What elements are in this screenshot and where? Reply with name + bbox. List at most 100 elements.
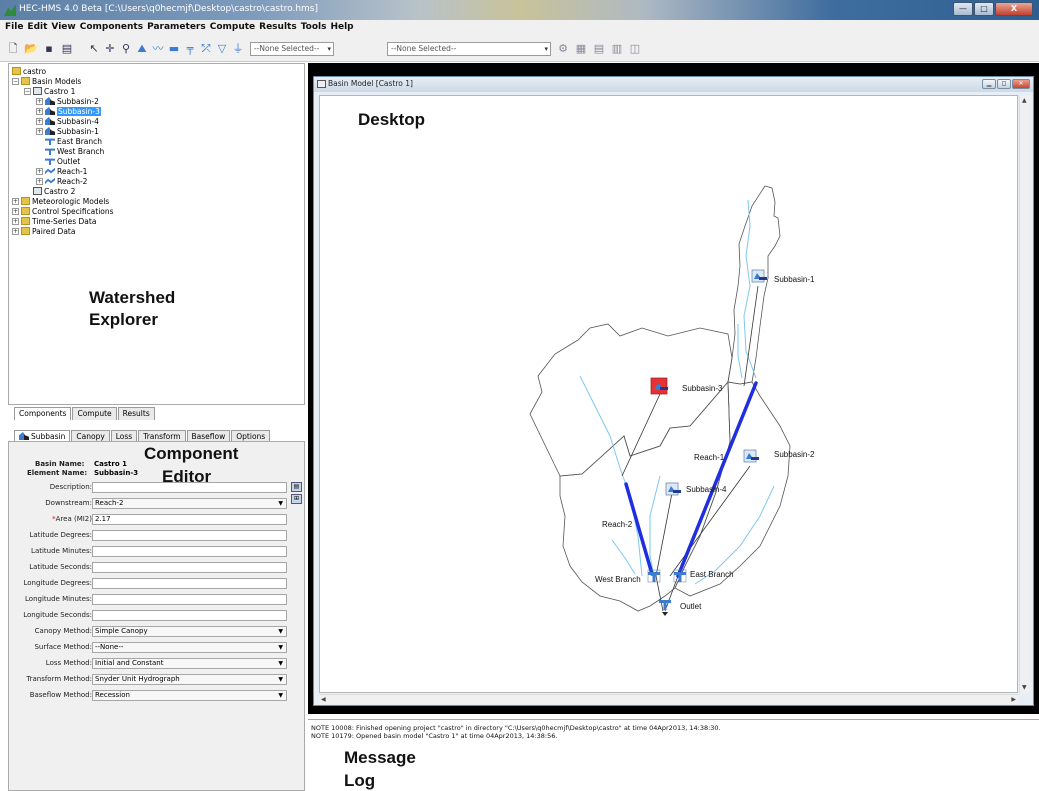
expand-icon[interactable]: + — [12, 218, 19, 225]
run-selector[interactable]: --None Selected-- ▾ — [250, 42, 334, 56]
tree-item-reach-2[interactable]: + Reach-2 — [36, 177, 87, 187]
tree-time-series-data[interactable]: + Time-Series Data — [12, 217, 96, 227]
scroll-right-icon[interactable]: ▶ — [1011, 696, 1016, 703]
zoom-tool-icon[interactable]: ⚲ — [119, 42, 133, 56]
menu-edit[interactable]: Edit — [25, 20, 49, 35]
reservoir-tool-icon[interactable]: ▬ — [167, 42, 181, 56]
tab-results[interactable]: Results — [117, 407, 155, 420]
tree-root[interactable]: castro — [12, 67, 46, 77]
expand-icon[interactable]: + — [36, 108, 43, 115]
pan-tool-icon[interactable]: ✛ — [103, 42, 117, 56]
collapse-icon[interactable]: − — [12, 78, 19, 85]
basin-window-title-bar[interactable]: Basin Model [Castro 1] ▁ ◻ ✕ — [314, 77, 1033, 92]
open-folder-icon[interactable]: 📂 — [24, 42, 38, 56]
menu-help[interactable]: Help — [328, 20, 355, 35]
tree-item-subbasin-2[interactable]: + Subbasin-2 — [36, 97, 99, 107]
arrow-tool-icon[interactable]: ↖ — [87, 42, 101, 56]
expand-icon[interactable]: + — [36, 98, 43, 105]
area-field[interactable]: 2.17 — [92, 514, 287, 525]
map-selector-icon[interactable]: ⊞ — [291, 494, 302, 504]
lon-deg-field[interactable] — [92, 578, 287, 589]
element-selector[interactable]: --None Selected-- ▾ — [387, 42, 551, 56]
expand-icon[interactable]: + — [12, 228, 19, 235]
surface-select[interactable]: --None-- ▼ — [92, 642, 287, 653]
compute-icon[interactable]: ⚙ — [556, 42, 570, 56]
expand-icon[interactable]: + — [12, 198, 19, 205]
transform-select[interactable]: Snyder Unit Hydrograph ▼ — [92, 674, 287, 685]
sink-tool-icon[interactable]: ⏚ — [231, 42, 245, 56]
reach-tool-icon[interactable]: 〰 — [151, 42, 165, 56]
collapse-icon[interactable]: − — [24, 88, 31, 95]
close-button[interactable]: X — [995, 2, 1033, 16]
expand-icon[interactable]: + — [12, 208, 19, 215]
diversion-tool-icon[interactable]: ⤱ — [199, 42, 213, 56]
graph-icon[interactable]: ▦ — [574, 42, 588, 56]
expand-icon[interactable]: + — [36, 118, 43, 125]
tree-item-subbasin-4[interactable]: + Subbasin-4 — [36, 117, 99, 127]
vertical-scrollbar[interactable]: ▲ ▼ — [1019, 95, 1030, 693]
time-series-table-icon[interactable]: ▥ — [610, 42, 624, 56]
source-tool-icon[interactable]: ▽ — [215, 42, 229, 56]
scroll-left-icon[interactable]: ◀ — [321, 696, 326, 703]
tree-meteorologic-models[interactable]: + Meteorologic Models — [12, 197, 109, 207]
scroll-up-icon[interactable]: ▲ — [1022, 97, 1027, 104]
subbasin-4-icon[interactable] — [665, 482, 681, 496]
tree-castro1[interactable]: − Castro 1 — [24, 87, 75, 97]
global-summary-icon[interactable]: ◫ — [628, 42, 642, 56]
loss-select[interactable]: Initial and Constant ▼ — [92, 658, 287, 669]
print-icon[interactable]: ▤ — [60, 42, 74, 56]
outlet-icon[interactable] — [659, 600, 671, 616]
horizontal-scrollbar[interactable]: ◀ ▶ — [319, 694, 1018, 704]
tree-castro2[interactable]: Castro 2 — [33, 187, 75, 197]
expand-icon[interactable]: + — [36, 128, 43, 135]
description-editor-icon[interactable]: ▤ — [291, 482, 302, 492]
transform-value: Snyder Unit Hydrograph — [95, 675, 180, 683]
tree-control-specifications[interactable]: + Control Specifications — [12, 207, 114, 217]
tab-components[interactable]: Components — [14, 407, 72, 420]
subbasin-3-icon[interactable] — [650, 377, 668, 395]
scroll-down-icon[interactable]: ▼ — [1022, 684, 1027, 691]
tree-basin-models[interactable]: − Basin Models — [12, 77, 81, 87]
basin-map-canvas[interactable]: Desktop Subbasin-1 Subbasin-3 Subbasin-2… — [319, 95, 1018, 693]
menu-view[interactable]: View — [49, 20, 77, 35]
lat-sec-field[interactable] — [92, 562, 287, 573]
expand-icon[interactable]: + — [36, 168, 43, 175]
description-field[interactable] — [92, 482, 287, 493]
menu-parameters[interactable]: Parameters — [145, 20, 208, 35]
save-icon[interactable]: ▪ — [42, 42, 56, 56]
tree-item-subbasin-1[interactable]: + Subbasin-1 — [36, 127, 99, 137]
junction-tool-icon[interactable]: ╤ — [183, 42, 197, 56]
lat-min-field[interactable] — [92, 546, 287, 557]
expand-icon[interactable]: + — [36, 178, 43, 185]
canopy-select[interactable]: Simple Canopy ▼ — [92, 626, 287, 637]
tree-item-east-branch[interactable]: East Branch — [45, 137, 102, 147]
tab-compute[interactable]: Compute — [72, 407, 117, 420]
menu-file[interactable]: File — [3, 20, 25, 35]
tree-item-reach-1[interactable]: + Reach-1 — [36, 167, 87, 177]
subbasin-1-icon[interactable] — [751, 269, 767, 283]
minimize-button[interactable]: ▁ — [982, 79, 996, 89]
baseflow-select[interactable]: Recession ▼ — [92, 690, 287, 701]
lon-sec-field[interactable] — [92, 610, 287, 621]
subbasin-tool-icon[interactable]: ⛰ — [135, 42, 149, 56]
close-button[interactable]: ✕ — [1012, 79, 1030, 89]
reach-2-line — [624, 482, 654, 576]
tree-item-subbasin-3[interactable]: + Subbasin-3 — [36, 107, 101, 117]
menu-components[interactable]: Components — [78, 20, 145, 35]
new-file-icon[interactable]: 🗋 — [6, 42, 20, 56]
summary-table-icon[interactable]: ▤ — [592, 42, 606, 56]
subbasin-2-icon[interactable] — [743, 449, 759, 463]
tree-root-label: castro — [23, 67, 47, 76]
menu-results[interactable]: Results — [257, 20, 299, 35]
downstream-select[interactable]: Reach-2 ▼ — [92, 498, 287, 509]
tree-paired-data[interactable]: + Paired Data — [12, 227, 75, 237]
lon-min-field[interactable] — [92, 594, 287, 605]
restore-button[interactable]: ◻ — [997, 79, 1011, 89]
menu-tools[interactable]: Tools — [299, 20, 329, 35]
maximize-button[interactable]: □ — [974, 2, 994, 16]
menu-compute[interactable]: Compute — [208, 20, 257, 35]
tree-item-outlet[interactable]: Outlet — [45, 157, 80, 167]
tree-item-west-branch[interactable]: West Branch — [45, 147, 104, 157]
minimize-button[interactable]: — — [953, 2, 973, 16]
lat-deg-field[interactable] — [92, 530, 287, 541]
